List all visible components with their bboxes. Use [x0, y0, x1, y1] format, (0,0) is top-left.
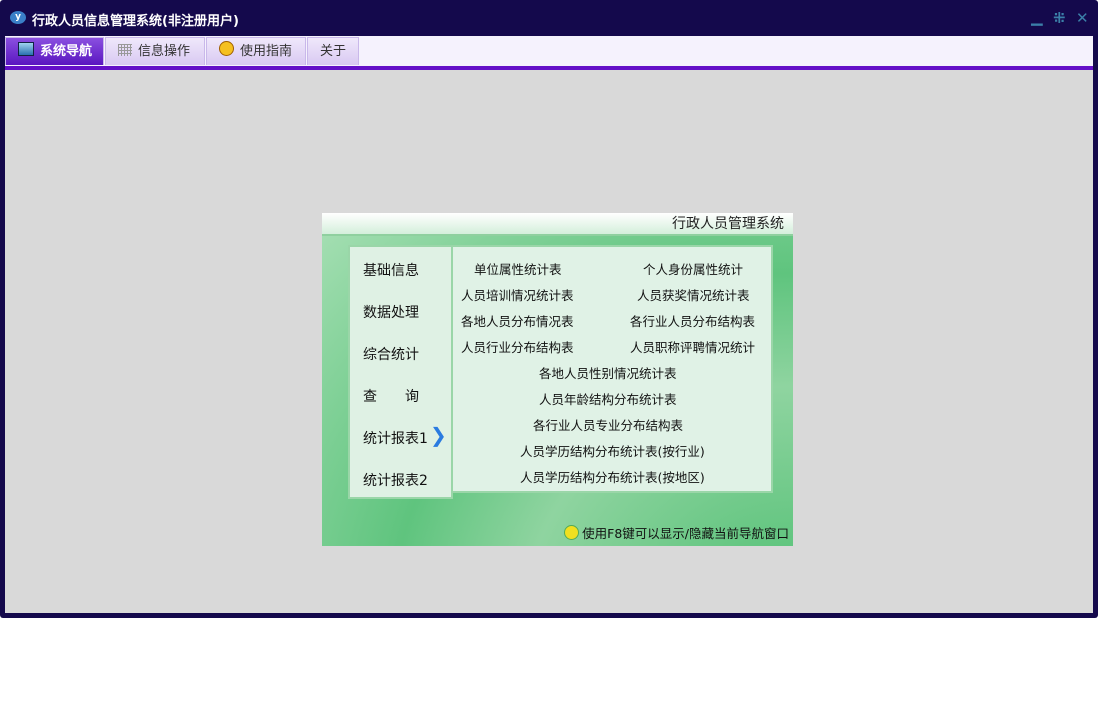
tab-system-nav[interactable]: 系统导航 — [5, 37, 104, 65]
f8-tip: 使用F8键可以显示/隐藏当前导航窗口 — [564, 523, 789, 542]
menu-data-processing[interactable]: 数据处理 — [363, 302, 419, 322]
report-item[interactable]: 人员职称评聘情况统计 — [630, 337, 755, 356]
minimize-button[interactable]: ▁ — [1031, 8, 1043, 26]
tab-info-ops[interactable]: 信息操作 — [105, 37, 205, 65]
app-window: y 行政人员信息管理系统(非注册用户) ▁ ⁜ ✕ 系统导航 信息操作 使用指南… — [0, 0, 1098, 618]
tab-bar: 系统导航 信息操作 使用指南 关于 — [5, 36, 1093, 66]
menu-report-2[interactable]: 统计报表2 — [363, 470, 428, 490]
arrow-icon: ❯ — [430, 423, 447, 447]
report-item[interactable]: 各地人员分布情况表 — [461, 311, 574, 330]
tab-guide[interactable]: 使用指南 — [206, 37, 306, 65]
tab-label: 系统导航 — [40, 44, 93, 59]
report-item[interactable]: 人员学历结构分布统计表(按行业) — [520, 441, 705, 460]
category-menu: 基础信息 数据处理 综合统计 查 询 统计报表1 ❯ 统计报表2 — [348, 245, 453, 499]
tab-label: 信息操作 — [138, 44, 191, 59]
menu-comprehensive-stats[interactable]: 综合统计 — [363, 344, 419, 364]
app-logo-icon: y — [10, 11, 26, 24]
report-item[interactable]: 各行业人员专业分布结构表 — [533, 415, 683, 434]
help-icon — [219, 41, 234, 56]
window-title: 行政人员信息管理系统(非注册用户) — [32, 14, 239, 29]
grid-icon — [118, 44, 132, 56]
report-item[interactable]: 各行业人员分布结构表 — [630, 311, 755, 330]
menu-basic-info[interactable]: 基础信息 — [363, 260, 419, 280]
tip-text: 使用F8键可以显示/隐藏当前导航窗口 — [582, 526, 789, 541]
report-item[interactable]: 单位属性统计表 — [474, 259, 562, 278]
report-item[interactable]: 人员培训情况统计表 — [461, 285, 574, 304]
tab-label: 关于 — [320, 44, 347, 59]
monitor-icon — [18, 42, 34, 56]
report-item[interactable]: 人员行业分布结构表 — [461, 337, 574, 356]
report-item[interactable]: 各地人员性别情况统计表 — [539, 363, 677, 382]
restore-button[interactable]: ⁜ — [1053, 9, 1066, 27]
tab-label: 使用指南 — [240, 44, 293, 59]
menu-report-1[interactable]: 统计报表1 — [363, 428, 428, 448]
navigation-panel: 行政人员管理系统 基础信息 数据处理 综合统计 查 询 统计报表1 ❯ 统计报表… — [322, 213, 793, 546]
report-list: 单位属性统计表 个人身份属性统计 人员培训情况统计表 人员获奖情况统计表 各地人… — [453, 245, 773, 493]
report-item[interactable]: 人员年龄结构分布统计表 — [539, 389, 677, 408]
info-icon — [564, 525, 580, 540]
report-item[interactable]: 个人身份属性统计 — [643, 259, 743, 278]
report-item[interactable]: 人员学历结构分布统计表(按地区) — [520, 467, 705, 486]
tab-about[interactable]: 关于 — [307, 37, 359, 65]
panel-header: 行政人员管理系统 — [322, 213, 793, 236]
menu-query[interactable]: 查 询 — [363, 386, 419, 406]
close-button[interactable]: ✕ — [1076, 9, 1089, 27]
report-item[interactable]: 人员获奖情况统计表 — [637, 285, 750, 304]
